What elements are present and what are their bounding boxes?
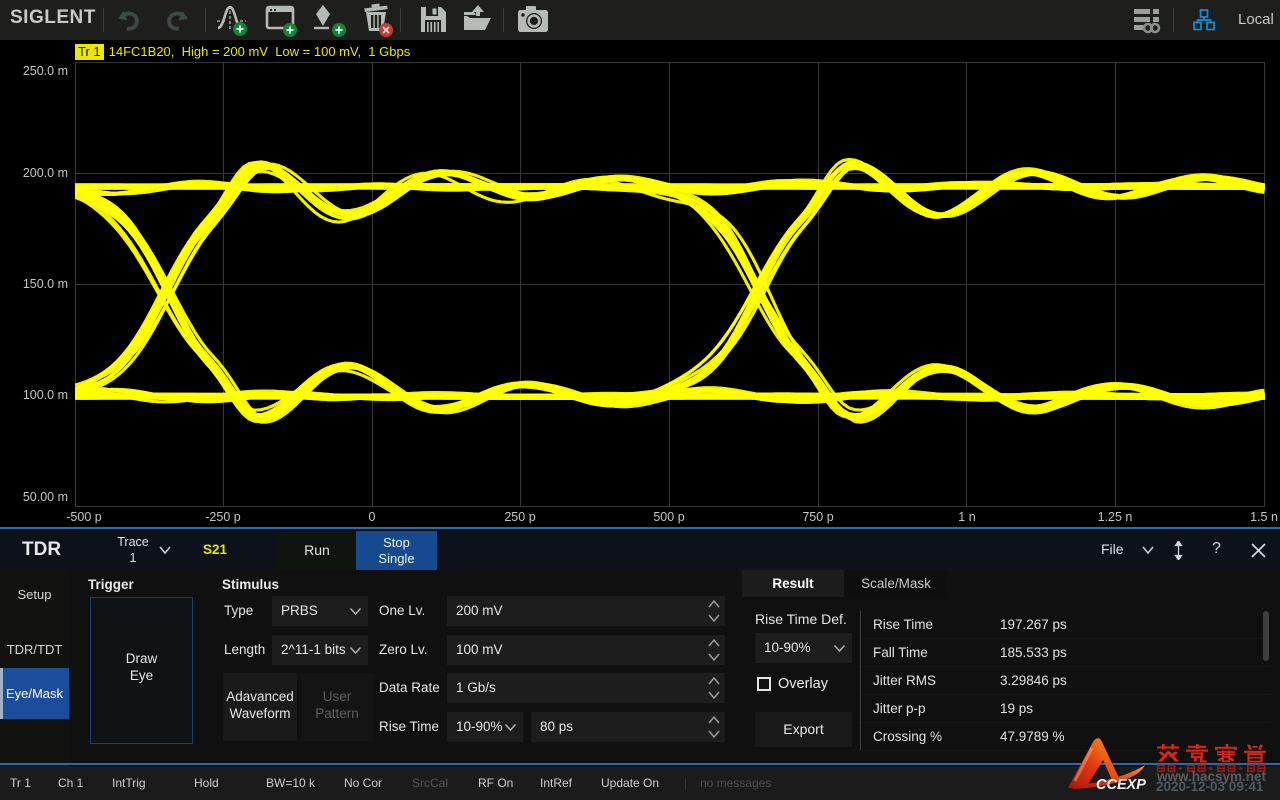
svg-text:CCEXP: CCEXP	[1096, 777, 1146, 793]
svg-text:2020-12-03 09:41: 2020-12-03 09:41	[1156, 779, 1264, 794]
